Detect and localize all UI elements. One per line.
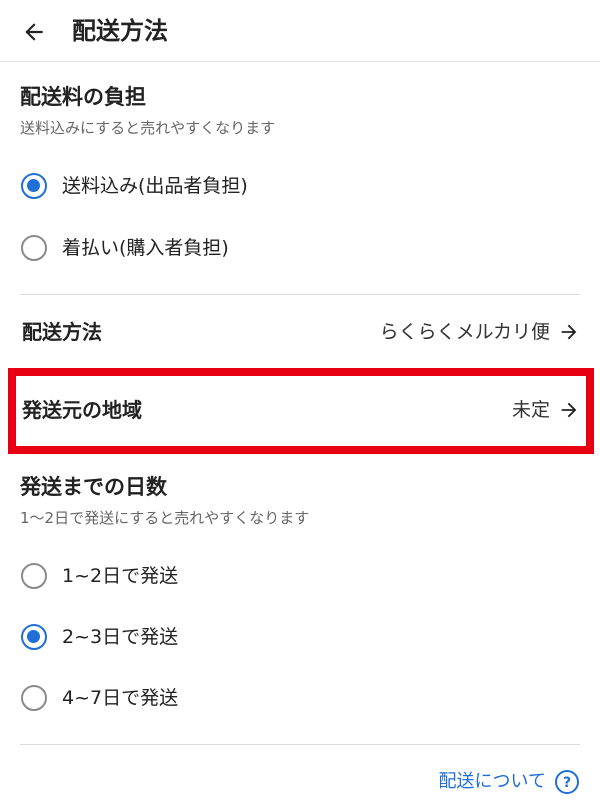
shipping-settings-page: 配送方法 配送料の負担 送料込みにすると売れやすくなります 送料込み(出品者負担… <box>0 0 600 808</box>
radio-label: 1~2日で発送 <box>62 565 179 587</box>
radio-option-2-3-days[interactable]: 2~3日で発送 <box>0 611 600 663</box>
ship-from-region-value: 未定 <box>511 399 550 421</box>
shipping-help-link-label: 配送について <box>438 771 546 792</box>
radio-button-checked[interactable] <box>21 624 47 650</box>
ship-from-region-row[interactable]: 発送元の地域 未定 <box>0 378 600 442</box>
page-title: 配送方法 <box>72 17 168 45</box>
radio-option-buyer-pays[interactable]: 着払い(購入者負担) <box>0 222 600 274</box>
radio-label: 着払い(購入者負担) <box>62 237 229 259</box>
radio-button-unchecked[interactable] <box>21 685 47 711</box>
arrow-right-icon <box>561 324 577 340</box>
shipping-method-label: 配送方法 <box>22 320 102 344</box>
svg-text:?: ? <box>563 775 571 791</box>
shipping-fee-subtitle: 送料込みにすると売れやすくなります <box>20 119 276 137</box>
app-header: 配送方法 <box>0 0 600 62</box>
radio-button-checked[interactable] <box>21 173 47 199</box>
arrow-right-icon <box>561 402 577 418</box>
back-button[interactable] <box>14 12 54 52</box>
radio-button-unchecked[interactable] <box>21 563 47 589</box>
radio-label: 4~7日で発送 <box>62 687 179 709</box>
radio-option-seller-pays[interactable]: 送料込み(出品者負担) <box>0 160 600 212</box>
ship-from-region-label: 発送元の地域 <box>22 398 142 422</box>
shipping-method-row[interactable]: 配送方法 らくらくメルカリ便 <box>0 300 600 364</box>
shipping-fee-title: 配送料の負担 <box>20 85 146 109</box>
divider <box>20 744 580 745</box>
shipping-days-title: 発送までの日数 <box>20 475 167 499</box>
shipping-help-link[interactable]: 配送について ? <box>439 766 580 798</box>
divider <box>20 294 580 295</box>
shipping-method-value: らくらくメルカリ便 <box>379 321 550 343</box>
radio-label: 送料込み(出品者負担) <box>62 175 248 197</box>
radio-button-unchecked[interactable] <box>21 235 47 261</box>
radio-label: 2~3日で発送 <box>62 626 179 648</box>
radio-option-1-2-days[interactable]: 1~2日で発送 <box>0 550 600 602</box>
help-circle-icon: ? <box>555 770 579 794</box>
radio-option-4-7-days[interactable]: 4~7日で発送 <box>0 672 600 724</box>
shipping-days-subtitle: 1〜2日で発送にすると売れやすくなります <box>20 509 310 527</box>
arrow-left-icon <box>25 23 43 41</box>
